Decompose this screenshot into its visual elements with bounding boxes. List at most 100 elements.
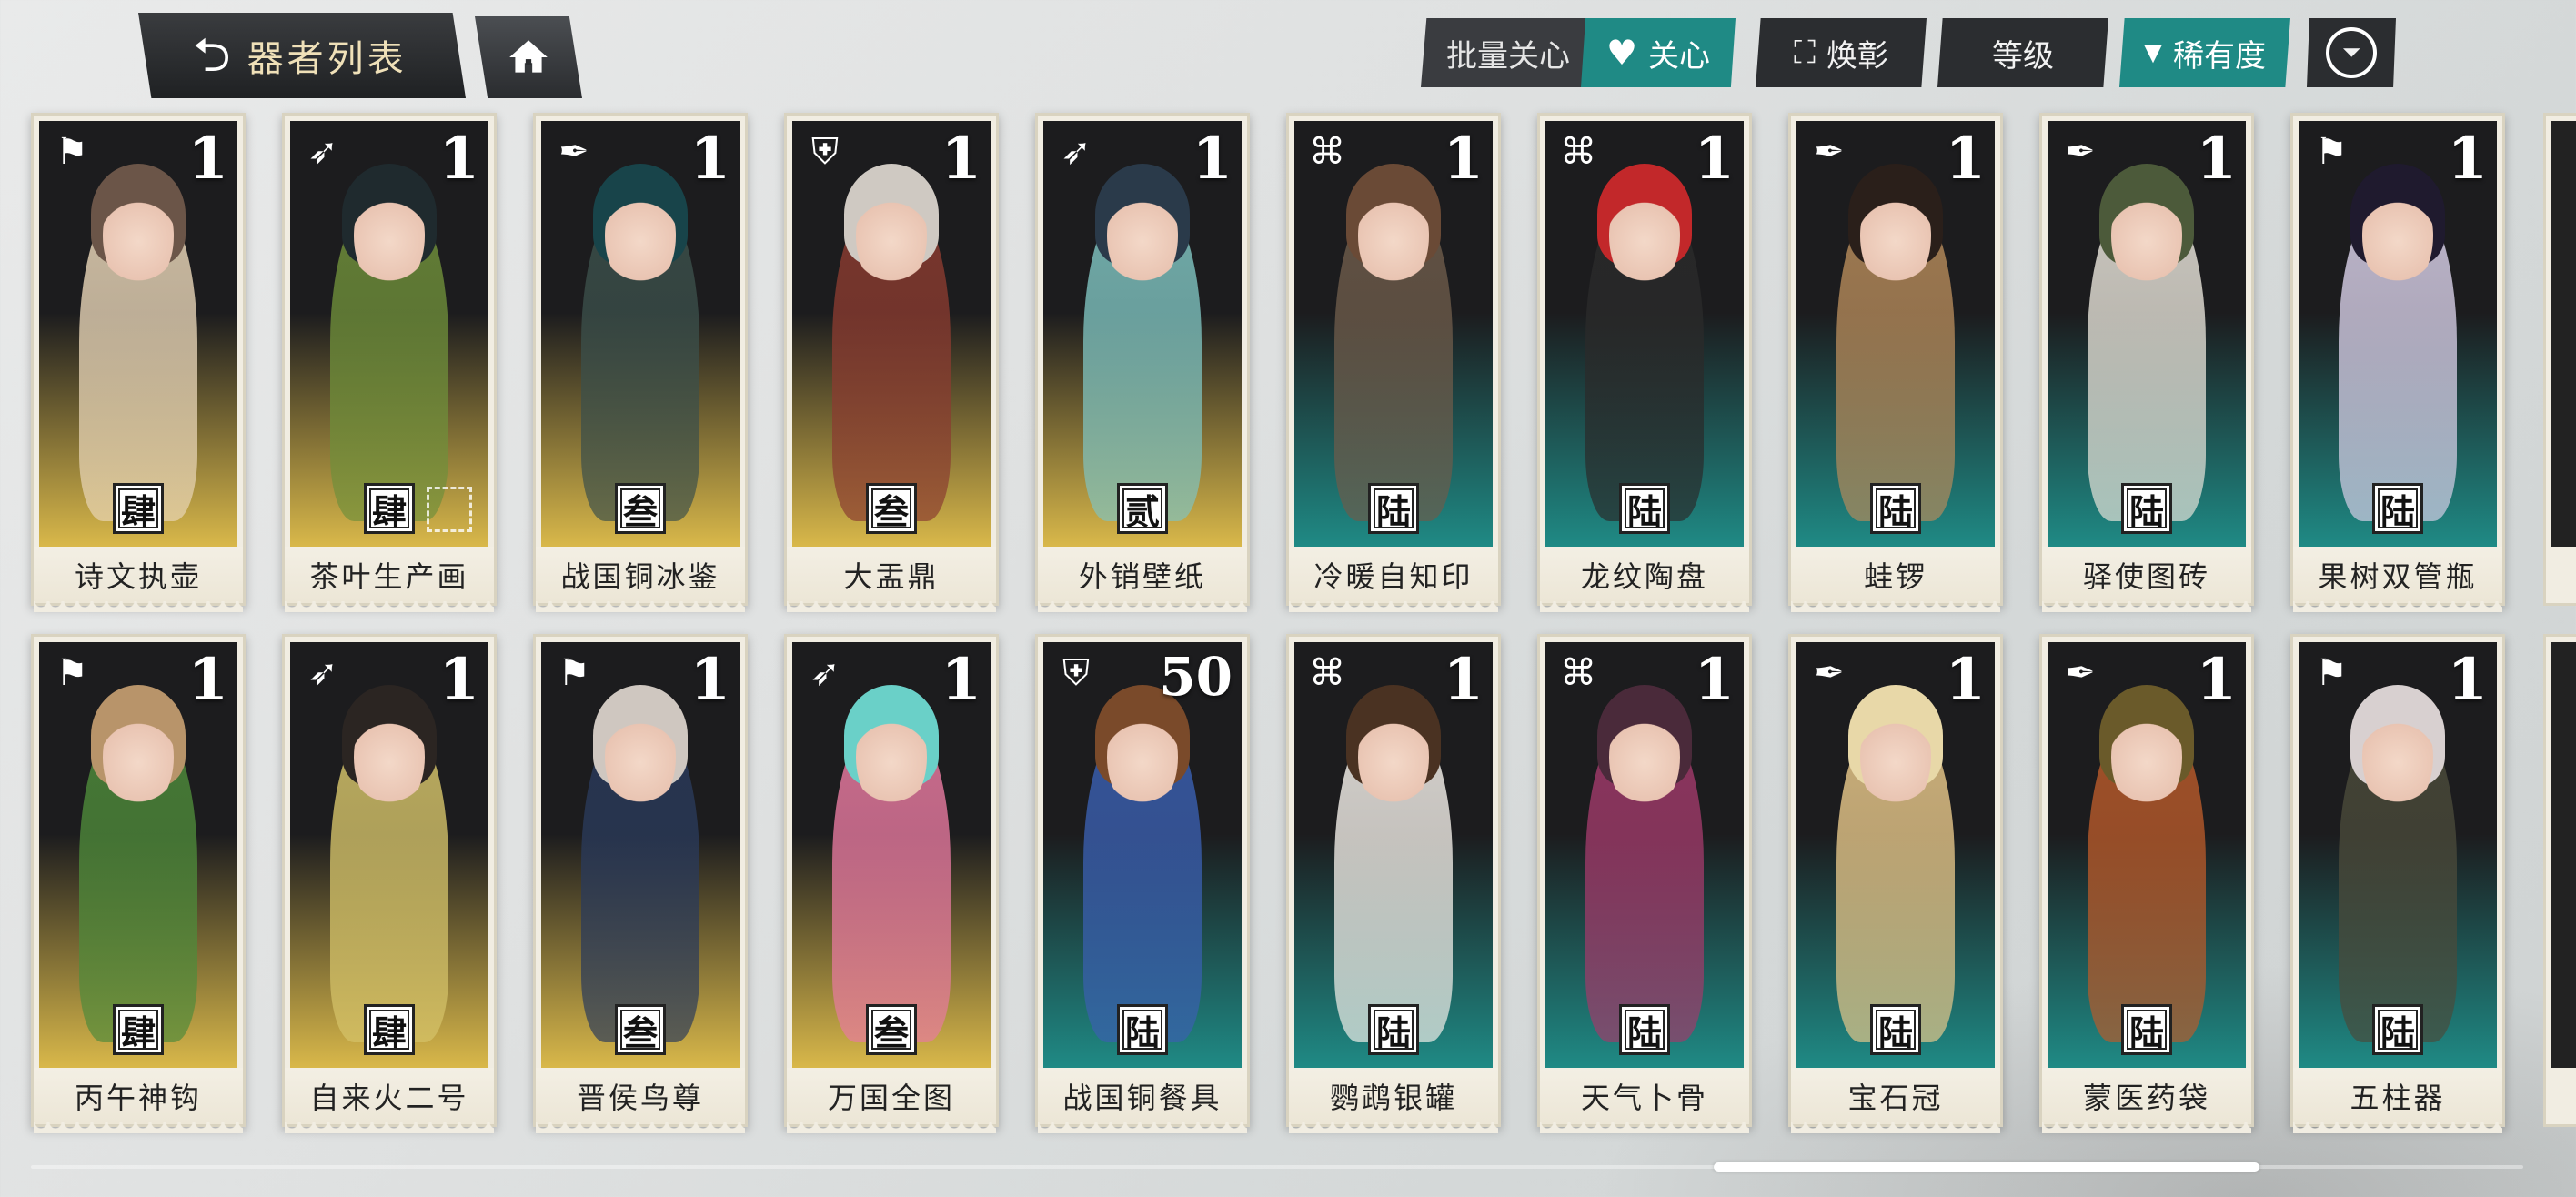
horizontal-scrollbar[interactable] — [1714, 1162, 2259, 1172]
card-portrait: ⛨ 1 叁 — [792, 121, 991, 547]
character-card[interactable]: ⚑ 1 肆 诗文执壶 — [31, 113, 246, 612]
card-portrait: ⚑ 1 陆 — [2299, 642, 2497, 1068]
character-card[interactable]: ➶ 1 肆 自来火二号 — [282, 634, 497, 1133]
filter-button[interactable]: ⏷ — [2307, 18, 2396, 87]
card-name: 蛙锣 — [1791, 547, 2000, 603]
character-card[interactable]: ⚑ 1 叁 晋侯鸟尊 — [533, 634, 748, 1133]
character-card[interactable]: ➶ 1 贰 外销壁纸 — [1035, 113, 1250, 612]
ticket-perforation — [2293, 1122, 2502, 1133]
sort-desc-icon: ▼ — [2144, 39, 2162, 66]
card-portrait: ✒ 1 陆 — [2048, 121, 2246, 547]
card-partial[interactable] — [2543, 113, 2576, 606]
knot-icon: ⌘ — [1309, 652, 1345, 694]
card-name: 冷暖自知印 — [1289, 547, 1498, 603]
card-portrait: ✒ 1 叁 — [541, 121, 740, 547]
card-name: 丙午神钩 — [34, 1068, 243, 1124]
character-card[interactable]: ➶ 1 肆 茶叶生产画 — [282, 113, 497, 612]
card-portrait: ➶ 1 肆 — [290, 121, 488, 547]
care-filter-button[interactable]: ♥ 关心 — [1581, 18, 1736, 87]
character-card[interactable]: ✒ 1 叁 战国铜冰鉴 — [533, 113, 748, 612]
card-name: 鹦鹉银罐 — [1289, 1068, 1498, 1124]
ticket-perforation — [1540, 601, 1749, 612]
heart-icon: ♥ — [1605, 33, 1638, 73]
card-level: 1 — [1192, 125, 1233, 193]
card-portrait: ⌘ 1 陆 — [1294, 642, 1493, 1068]
card-partial[interactable] — [2543, 634, 2576, 1127]
character-card[interactable]: ⚑ 1 肆 丙午神钩 — [31, 634, 246, 1133]
card-name: 大盂鼎 — [787, 547, 996, 603]
character-card[interactable]: ⛨ 50 陆 战国铜餐具 — [1035, 634, 1250, 1133]
card-portrait: ⚑ 1 叁 — [541, 642, 740, 1068]
ticket-perforation — [285, 1122, 494, 1133]
rarity-badge: 陆 — [2121, 483, 2172, 534]
card-portrait: ⚑ 1 肆 — [39, 642, 237, 1068]
card-name: 茶叶生产画 — [285, 547, 494, 603]
character-card[interactable]: ➶ 1 叁 万国全图 — [784, 634, 999, 1133]
card-portrait: ✒ 1 陆 — [1796, 121, 1995, 547]
sort-rarity-button[interactable]: ▼ 稀有度 — [2119, 18, 2290, 87]
card-level: 1 — [187, 646, 228, 714]
card-portrait: ✒ 1 陆 — [1796, 642, 1995, 1068]
character-card[interactable]: ⌘ 1 陆 天气卜骨 — [1537, 634, 1752, 1133]
quill-icon: ✒ — [1814, 131, 1845, 173]
character-card[interactable]: ⚑ 1 陆 果树双管瓶 — [2290, 113, 2505, 612]
sort-level-button[interactable]: 等级 — [1937, 18, 2108, 87]
card-level: 1 — [187, 125, 228, 193]
character-card[interactable]: ✒ 1 陆 驿使图砖 — [2039, 113, 2254, 612]
card-name: 诗文执壶 — [34, 547, 243, 603]
character-card[interactable]: ⚑ 1 陆 五柱器 — [2290, 634, 2505, 1133]
character-card[interactable]: ✒ 1 陆 蒙医药袋 — [2039, 634, 2254, 1133]
card-level: 50 — [1159, 646, 1233, 708]
quill-icon: ✒ — [1814, 652, 1845, 694]
quill-icon: ✒ — [558, 131, 589, 173]
character-card[interactable]: ⌘ 1 陆 鹦鹉银罐 — [1286, 634, 1501, 1133]
card-level: 1 — [2196, 125, 2237, 193]
card-level: 1 — [1945, 646, 1986, 714]
home-button[interactable] — [475, 16, 582, 98]
rarity-badge: 陆 — [1870, 483, 1921, 534]
card-level: 1 — [1694, 646, 1735, 714]
card-level: 1 — [438, 125, 479, 193]
ticket-perforation — [34, 601, 243, 612]
card-name: 宝石冠 — [1791, 1068, 2000, 1124]
glory-filter-button[interactable]: ⛶ 焕彰 — [1756, 18, 1927, 87]
rarity-badge: 肆 — [113, 1004, 164, 1055]
flag-icon: ⚑ — [2315, 131, 2348, 173]
card-level: 1 — [689, 646, 730, 714]
card-portrait: ⌘ 1 陆 — [1294, 121, 1493, 547]
card-name: 驿使图砖 — [2042, 547, 2251, 603]
batch-care-label: 批量关心 — [1446, 37, 1570, 75]
back-button[interactable]: ⮌ 器者列表 — [138, 13, 466, 98]
ticket-perforation — [1289, 601, 1498, 612]
ticket-perforation — [1791, 601, 2000, 612]
rarity-badge: 陆 — [1619, 1004, 1670, 1055]
glory-icon — [427, 487, 472, 532]
character-card[interactable]: ✒ 1 陆 蛙锣 — [1788, 113, 2003, 612]
flag-icon: ⚑ — [558, 652, 590, 694]
character-card[interactable]: ⛨ 1 叁 大盂鼎 — [784, 113, 999, 612]
home-icon — [509, 40, 548, 73]
ticket-perforation — [2042, 1122, 2251, 1133]
card-level: 1 — [1443, 646, 1484, 714]
ticket-perforation — [1540, 1122, 1749, 1133]
card-level: 1 — [941, 125, 981, 193]
flag-icon: ⚑ — [2315, 652, 2348, 694]
character-card[interactable]: ⌘ 1 陆 龙纹陶盘 — [1537, 113, 1752, 612]
card-portrait: ⌘ 1 陆 — [1545, 121, 1744, 547]
rarity-badge: 叁 — [615, 483, 666, 534]
flag-icon: ⚑ — [55, 652, 88, 694]
care-label: 关心 — [1648, 37, 1711, 75]
knot-icon: ⌘ — [1560, 652, 1596, 694]
filter-icon: ⏷ — [2326, 27, 2377, 78]
ticket-perforation — [1791, 1122, 2000, 1133]
character-card[interactable]: ⌘ 1 陆 冷暖自知印 — [1286, 113, 1501, 612]
shield-icon: ⛨ — [1062, 652, 1090, 694]
card-level: 1 — [2196, 646, 2237, 714]
card-portrait: ➶ 1 肆 — [290, 642, 488, 1068]
character-card[interactable]: ✒ 1 陆 宝石冠 — [1788, 634, 2003, 1133]
card-name: 自来火二号 — [285, 1068, 494, 1124]
card-name: 五柱器 — [2293, 1068, 2502, 1124]
rarity-badge: 叁 — [866, 1004, 917, 1055]
knot-icon: ⌘ — [1560, 131, 1596, 173]
ticket-perforation — [787, 601, 996, 612]
